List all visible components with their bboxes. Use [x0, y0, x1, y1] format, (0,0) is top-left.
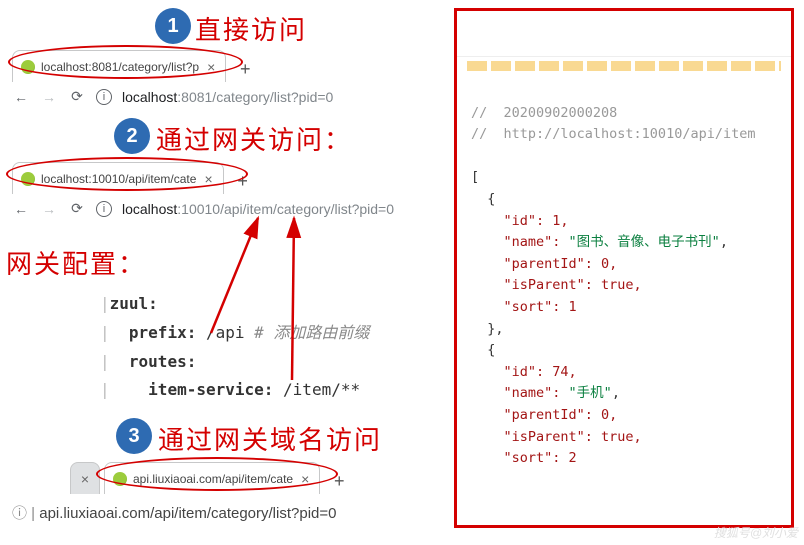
plus-icon: +	[240, 59, 251, 80]
addr-bar-direct: ← → ⟳ i localhost:8081/category/list?pid…	[12, 88, 333, 105]
tab-row-gateway: localhost:10010/api/item/cate × +	[12, 160, 256, 194]
close-icon[interactable]: ×	[81, 472, 89, 486]
new-tab-button[interactable]: +	[326, 468, 352, 494]
tab-row-direct: localhost:8081/category/list?p × +	[12, 48, 258, 82]
tab-direct[interactable]: localhost:8081/category/list?p ×	[12, 50, 226, 82]
badge-3-num: 3	[128, 425, 139, 448]
url-domain: ⓘ | api.liuxiaoai.com/api/item/category/…	[12, 502, 336, 523]
url-direct[interactable]: localhost:8081/category/list?pid=0	[122, 89, 333, 105]
url-gateway[interactable]: localhost:10010/api/item/category/list?p…	[122, 201, 394, 217]
tab-prev[interactable]: ×	[70, 462, 100, 494]
cfg-prefix-comment: # 添加路由前缀	[254, 323, 369, 342]
cfg-item-key: item-service:	[148, 380, 273, 399]
leaf-icon	[21, 172, 35, 186]
tab-gateway[interactable]: localhost:10010/api/item/cate ×	[12, 162, 224, 194]
back-icon[interactable]: ←	[12, 201, 30, 217]
close-icon[interactable]: ×	[204, 172, 212, 186]
forward-icon: →	[40, 89, 58, 105]
cfg-prefix-val: /api	[196, 323, 254, 342]
new-tab-button[interactable]: +	[230, 168, 256, 194]
leaf-icon	[113, 472, 127, 486]
close-icon[interactable]: ×	[207, 60, 215, 74]
badge-2-num: 2	[126, 125, 137, 148]
back-icon[interactable]: ←	[12, 89, 30, 105]
cfg-routes: routes:	[129, 352, 196, 371]
reload-icon[interactable]: ⟳	[68, 200, 86, 217]
new-tab-button[interactable]: +	[232, 56, 258, 82]
json-response: // 20200902000208 // http://localhost:10…	[457, 71, 791, 501]
tab-domain-title: api.liuxiaoai.com/api/item/cate	[133, 472, 293, 486]
tab-gateway-title: localhost:10010/api/item/cate	[41, 172, 196, 186]
heading-direct: 直接访问	[195, 10, 307, 47]
badge-1-num: 1	[167, 15, 178, 38]
reload-icon[interactable]: ⟳	[68, 88, 86, 105]
heading-gateway-domain: 通过网关域名访问	[158, 420, 382, 457]
leaf-icon	[21, 60, 35, 74]
color-strip	[467, 61, 781, 71]
badge-2: 2	[114, 118, 150, 154]
plus-icon: +	[237, 171, 248, 192]
forward-icon: →	[40, 201, 58, 217]
tab-direct-title: localhost:8081/category/list?p	[41, 60, 199, 74]
info-icon[interactable]: i	[96, 201, 112, 217]
cfg-zuul: zuul:	[110, 294, 158, 313]
info-icon[interactable]: i	[96, 89, 112, 105]
close-icon[interactable]: ×	[301, 472, 309, 486]
zuul-config: |zuul: | prefix: /api # 添加路由前缀 | routes:…	[100, 290, 369, 405]
badge-3: 3	[116, 418, 152, 454]
cfg-item-val: /item/**	[273, 380, 360, 399]
tab-domain[interactable]: api.liuxiaoai.com/api/item/cate ×	[104, 462, 320, 494]
addr-bar-domain[interactable]: ⓘ | api.liuxiaoai.com/api/item/category/…	[12, 502, 336, 523]
cfg-prefix-key: prefix:	[129, 323, 196, 342]
watermark: 搜狐号@刘小爱	[714, 524, 798, 541]
addr-bar-gateway: ← → ⟳ i localhost:10010/api/item/categor…	[12, 200, 394, 217]
heading-config: 网关配置：	[6, 244, 146, 281]
result-panel: // 20200902000208 // http://localhost:10…	[454, 8, 794, 528]
tab-row-domain: × api.liuxiaoai.com/api/item/cate × +	[70, 460, 352, 494]
heading-gateway: 通过网关访问：	[156, 120, 352, 157]
badge-1: 1	[155, 8, 191, 44]
plus-icon: +	[334, 471, 345, 492]
